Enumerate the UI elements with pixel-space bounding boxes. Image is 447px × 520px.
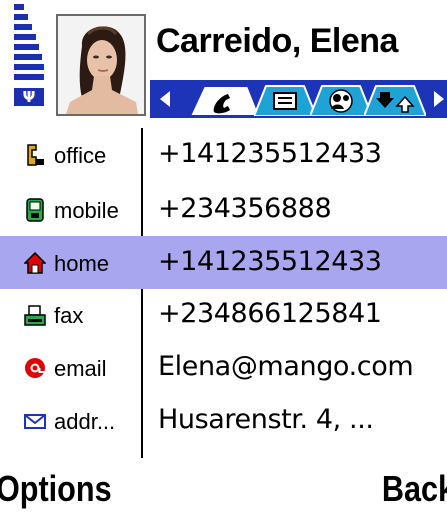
back-softkey[interactable]: Back	[382, 468, 447, 510]
field-row-addr[interactable]: addr... Husarenstr. 4, ...	[0, 394, 447, 447]
field-label: fax	[54, 303, 84, 328]
contact-details-screen: Ψ Carreido, Elena office +141235512433 m…	[0, 0, 447, 520]
field-label: office	[54, 143, 107, 168]
tab-bar[interactable]	[150, 80, 447, 118]
softkey-bar: Options Back	[0, 462, 447, 520]
field-value: +141235512433	[158, 246, 382, 277]
envelope-icon	[24, 409, 46, 433]
home-icon	[23, 251, 47, 275]
group-icon	[329, 89, 353, 113]
field-row-office[interactable]: office +141235512433	[0, 128, 447, 181]
contact-fields-list: office +141235512433 mobile +234356888 home +…	[0, 128, 447, 458]
gprs-indicator: Ψ	[14, 88, 44, 106]
field-label: email	[54, 356, 107, 381]
field-row-fax[interactable]: fax +234866125841	[0, 288, 447, 341]
field-value: +234356888	[158, 193, 332, 224]
field-value: +141235512433	[158, 138, 382, 169]
field-value: Husarenstr. 4, ...	[158, 404, 374, 435]
mobile-phone-icon	[24, 198, 46, 222]
header: Ψ Carreido, Elena	[0, 0, 447, 120]
options-softkey[interactable]: Options	[0, 468, 112, 510]
tab-phone[interactable]	[190, 84, 260, 116]
field-row-home[interactable]: home +141235512433	[0, 236, 447, 289]
field-row-email[interactable]: email Elena@mango.com	[0, 341, 447, 394]
tab-right-arrow-icon[interactable]	[428, 89, 447, 109]
contact-name: Carreido, Elena	[156, 22, 398, 60]
field-label: home	[54, 251, 110, 276]
tab-text-detail[interactable]	[254, 84, 316, 116]
tab-left-arrow-icon[interactable]	[156, 89, 176, 109]
field-value: +234866125841	[158, 298, 382, 329]
field-row-mobile[interactable]: mobile +234356888	[0, 183, 447, 236]
tab-group[interactable]	[310, 84, 372, 116]
field-value: Elena@mango.com	[158, 351, 414, 382]
fax-icon	[24, 303, 46, 327]
tab-transfer[interactable]	[364, 84, 426, 116]
contact-photo	[56, 14, 146, 116]
field-label: addr...	[54, 409, 116, 434]
at-icon	[24, 356, 46, 380]
office-phone-icon	[24, 143, 46, 167]
text-detail-icon	[273, 92, 297, 110]
field-label: mobile	[54, 198, 119, 223]
signal-strength-icon: Ψ	[14, 4, 44, 106]
